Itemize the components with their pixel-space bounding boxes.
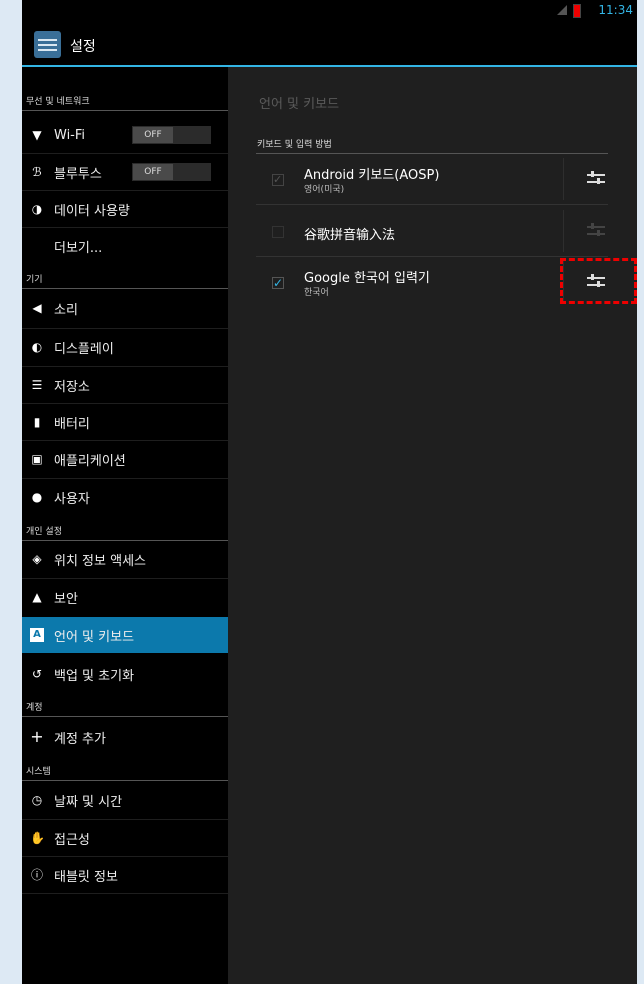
section-header-wireless: 무선 및 네트워크 xyxy=(22,94,228,111)
input-method-row-aosp[interactable]: ✓ Android 키보드(AOSP) 영어(미국) xyxy=(256,154,608,205)
aosp-checkbox[interactable]: ✓ xyxy=(272,174,284,186)
sidebar-item-label: 데이터 사용량 xyxy=(54,203,130,219)
sidebar-item-location[interactable]: ◈ 위치 정보 액세스 xyxy=(22,541,228,577)
sidebar-item-sound[interactable]: ◀ 소리 xyxy=(22,290,228,326)
google-korean-checkbox[interactable]: ✓ xyxy=(272,277,284,289)
display-icon: ◐ xyxy=(31,340,43,354)
sidebar-item-display[interactable]: ◐ 디스플레이 xyxy=(22,329,228,365)
tablet-screen: 11:34 설정 무선 및 네트워크 ▼ Wi-Fi OFF ℬ 블루투스 OF… xyxy=(22,0,637,984)
section-header-input-methods: 키보드 및 입력 방법 xyxy=(257,140,332,150)
sidebar-item-label: 애플리케이션 xyxy=(54,453,126,469)
sidebar-item-label: 소리 xyxy=(54,302,78,318)
section-header-label: 개인 설정 xyxy=(26,527,62,537)
sidebar-item-data-usage[interactable]: ◑ 데이터 사용량 xyxy=(22,191,228,227)
page-title: 언어 및 키보드 xyxy=(259,97,340,112)
info-icon: ⓘ xyxy=(30,868,43,882)
status-bar: 11:34 xyxy=(22,0,637,22)
action-bar: 설정 xyxy=(22,22,637,67)
status-time: 11:34 xyxy=(598,3,633,17)
app-title: 설정 xyxy=(70,39,96,55)
sidebar-item-label: 접근성 xyxy=(54,832,90,848)
sidebar-item-label: 위치 정보 액세스 xyxy=(54,553,146,569)
input-method-row-pinyin[interactable]: 谷歌拼音输入法 xyxy=(256,206,608,257)
highlight-box xyxy=(560,258,637,304)
user-icon: ● xyxy=(31,490,43,504)
sidebar-item-battery[interactable]: ▮ 배터리 xyxy=(22,404,228,440)
sidebar-item-label: 디스플레이 xyxy=(54,341,114,357)
storage-icon: ☰ xyxy=(31,378,43,392)
sidebar-item-label: 언어 및 키보드 xyxy=(54,629,135,645)
clock-icon: ◷ xyxy=(31,793,43,807)
section-header-system: 시스템 xyxy=(22,764,228,781)
input-method-name: 谷歌拼音输入法 xyxy=(304,228,396,243)
bluetooth-toggle[interactable]: OFF xyxy=(132,163,211,181)
data-usage-icon: ◑ xyxy=(31,202,43,216)
keyboard-language-icon: A xyxy=(30,628,44,642)
speaker-icon: ◀ xyxy=(32,301,42,315)
input-method-name: Google 한국어 입력기 xyxy=(304,271,430,286)
sidebar-item-bluetooth[interactable]: ℬ 블루투스 OFF xyxy=(22,154,228,190)
lock-icon: ▲ xyxy=(32,590,42,604)
location-icon: ◈ xyxy=(32,552,42,566)
sidebar-item-label: 더보기... xyxy=(54,240,103,256)
sidebar-item-label: 백업 및 초기화 xyxy=(54,668,135,684)
sidebar-item-more[interactable]: 더보기... xyxy=(22,228,228,264)
pinyin-checkbox[interactable] xyxy=(272,226,284,238)
section-header-label: 계정 xyxy=(26,703,43,713)
language-keyboard-pane: 언어 및 키보드 키보드 및 입력 방법 ✓ Android 키보드(AOSP)… xyxy=(228,67,637,984)
sidebar-item-label: 사용자 xyxy=(54,491,90,507)
settings-app-icon[interactable] xyxy=(34,31,61,58)
bluetooth-icon: ℬ xyxy=(32,165,42,179)
sidebar-item-label: 보안 xyxy=(54,591,78,607)
sidebar-item-about[interactable]: ⓘ 태블릿 정보 xyxy=(22,857,228,893)
sidebar-item-storage[interactable]: ☰ 저장소 xyxy=(22,367,228,403)
hand-icon: ✋ xyxy=(30,831,45,845)
bluetooth-toggle-label: OFF xyxy=(133,164,173,180)
sidebar-item-label: 배터리 xyxy=(54,416,90,432)
section-header-device: 기기 xyxy=(22,272,228,289)
signal-icon xyxy=(557,5,567,15)
sidebar-item-accessibility[interactable]: ✋ 접근성 xyxy=(22,820,228,856)
backup-restore-icon: ↺ xyxy=(31,667,43,681)
apps-icon: ▣ xyxy=(31,452,43,466)
sidebar-item-add-account[interactable]: + 계정 추가 xyxy=(22,719,228,755)
settings-categories-pane: 무선 및 네트워크 ▼ Wi-Fi OFF ℬ 블루투스 OFF ◑ 데이터 사… xyxy=(22,67,228,984)
sidebar-item-language[interactable]: A 언어 및 키보드 xyxy=(22,617,228,653)
wifi-icon: ▼ xyxy=(32,128,42,142)
section-header-label: 시스템 xyxy=(26,767,51,777)
section-header-personal: 개인 설정 xyxy=(22,524,228,541)
input-method-subtitle: 한국어 xyxy=(304,288,329,298)
sidebar-item-datetime[interactable]: ◷ 날짜 및 시간 xyxy=(22,782,228,818)
input-method-subtitle: 영어(미국) xyxy=(304,185,345,195)
input-method-name: Android 키보드(AOSP) xyxy=(304,168,440,183)
wifi-toggle[interactable]: OFF xyxy=(132,126,211,144)
sidebar-item-label: 태블릿 정보 xyxy=(54,869,118,885)
wifi-toggle-label: OFF xyxy=(133,127,173,143)
sidebar-item-label: 날짜 및 시간 xyxy=(54,794,123,810)
aosp-settings-button[interactable] xyxy=(585,169,607,191)
battery-item-icon: ▮ xyxy=(33,415,41,429)
section-header-label: 기기 xyxy=(26,275,43,285)
sidebar-item-label: Wi-Fi xyxy=(54,127,86,143)
sidebar-item-label: 계정 추가 xyxy=(54,731,106,747)
sidebar-item-label: 저장소 xyxy=(54,379,90,395)
input-method-row-google-korean[interactable]: ✓ Google 한국어 입력기 한국어 xyxy=(256,257,608,308)
sidebar-item-wifi[interactable]: ▼ Wi-Fi OFF xyxy=(22,117,228,153)
sidebar-item-apps[interactable]: ▣ 애플리케이션 xyxy=(22,441,228,477)
section-header-label: 무선 및 네트워크 xyxy=(26,97,90,107)
battery-icon xyxy=(573,4,581,18)
pinyin-settings-button[interactable] xyxy=(585,221,607,243)
sidebar-item-security[interactable]: ▲ 보안 xyxy=(22,579,228,615)
sidebar-item-backup[interactable]: ↺ 백업 및 초기화 xyxy=(22,656,228,692)
sidebar-item-label: 블루투스 xyxy=(54,166,102,182)
plus-icon: + xyxy=(30,727,44,746)
section-header-accounts: 계정 xyxy=(22,700,228,717)
sidebar-item-users[interactable]: ● 사용자 xyxy=(22,479,228,515)
